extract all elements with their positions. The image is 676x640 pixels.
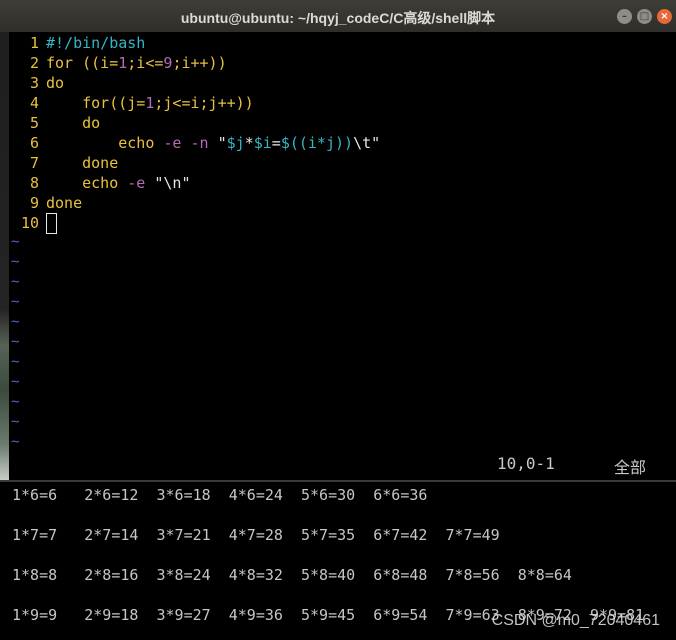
code-token: " — [371, 134, 381, 152]
code-token: ;j<=i;j++)) — [154, 94, 254, 112]
code-token: echo — [46, 134, 164, 152]
code-token: $i — [253, 134, 272, 152]
code-token: -e -n — [163, 134, 218, 152]
code-token: for ((i= — [46, 54, 119, 72]
line-number: 7 — [29, 154, 39, 172]
code-line-2: for ((i=1;i<=9;i++)) — [46, 54, 227, 72]
code-token: \t — [353, 134, 372, 152]
code-line-6: echo -e -n "$j*$i=$((i*j))\t" — [46, 134, 380, 152]
vim-editor[interactable]: 1 2 3 4 5 6 7 8 9 10 #!/bin/bash for ((i… — [9, 32, 676, 480]
empty-line-tilde: ~ — [11, 334, 20, 350]
maximize-button[interactable]: □ — [637, 9, 652, 24]
code-token: * — [244, 134, 254, 152]
code-line-8: echo -e "\n" — [46, 174, 191, 192]
empty-line-tilde: ~ — [11, 374, 20, 390]
desktop-background-strip — [0, 32, 9, 480]
cursor-position: 10,0-1 — [497, 454, 555, 473]
minimize-button[interactable]: – — [617, 9, 632, 24]
empty-line-tilde: ~ — [11, 234, 20, 250]
line-number: 9 — [29, 194, 39, 212]
csdn-watermark: CSDN @m0_72040461 — [491, 612, 660, 629]
output-row: 1*7=7 2*7=14 3*7=21 4*7=28 5*7=35 6*7=42… — [12, 526, 500, 544]
code-token: ;i<= — [127, 54, 164, 72]
code-token: "\n" — [154, 174, 191, 192]
code-line-5: do — [46, 114, 101, 132]
code-token: $j — [226, 134, 245, 152]
empty-line-tilde: ~ — [11, 294, 20, 310]
scroll-indicator: 全部 — [614, 458, 647, 477]
code-token: = — [271, 134, 281, 152]
empty-line-tilde: ~ — [11, 434, 20, 450]
code-token: -e — [127, 174, 155, 192]
line-number: 1 — [29, 34, 39, 52]
line-number: 3 — [29, 74, 39, 92]
empty-line-tilde: ~ — [11, 254, 20, 270]
code-line-3: do — [46, 74, 65, 92]
code-token: ;i++)) — [172, 54, 227, 72]
code-line-4: for((j=1;j<=i;j++)) — [46, 94, 254, 112]
line-number: 2 — [29, 54, 39, 72]
line-number: 8 — [29, 174, 39, 192]
output-row: 1*8=8 2*8=16 3*8=24 4*8=32 5*8=40 6*8=48… — [12, 566, 572, 584]
code-token: " — [217, 134, 227, 152]
text-cursor — [46, 213, 57, 234]
window-title: ubuntu@ubuntu: ~/hqyj_codeC/C高级/shell脚本 — [180, 10, 496, 26]
empty-line-tilde: ~ — [11, 314, 20, 330]
code-line-9: done — [46, 194, 83, 212]
empty-line-tilde: ~ — [11, 354, 20, 370]
output-row: 1*6=6 2*6=12 3*6=18 4*6=24 5*6=30 6*6=36 — [12, 486, 428, 504]
code-token: for((j= — [46, 94, 146, 112]
line-number: 4 — [29, 94, 39, 112]
code-token: echo — [46, 174, 128, 192]
code-line-7: done — [46, 154, 119, 172]
empty-line-tilde: ~ — [11, 414, 20, 430]
code-line-1: #!/bin/bash — [46, 34, 146, 52]
line-number: 5 — [29, 114, 39, 132]
window-titlebar[interactable]: ubuntu@ubuntu: ~/hqyj_codeC/C高级/shell脚本 … — [0, 0, 676, 33]
close-button[interactable]: × — [657, 9, 672, 24]
code-token: 1 — [118, 54, 128, 72]
code-token: $((i*j)) — [280, 134, 354, 152]
empty-line-tilde: ~ — [11, 274, 20, 290]
empty-line-tilde: ~ — [11, 394, 20, 410]
line-number: 6 — [29, 134, 39, 152]
line-number: 10 — [20, 214, 39, 232]
